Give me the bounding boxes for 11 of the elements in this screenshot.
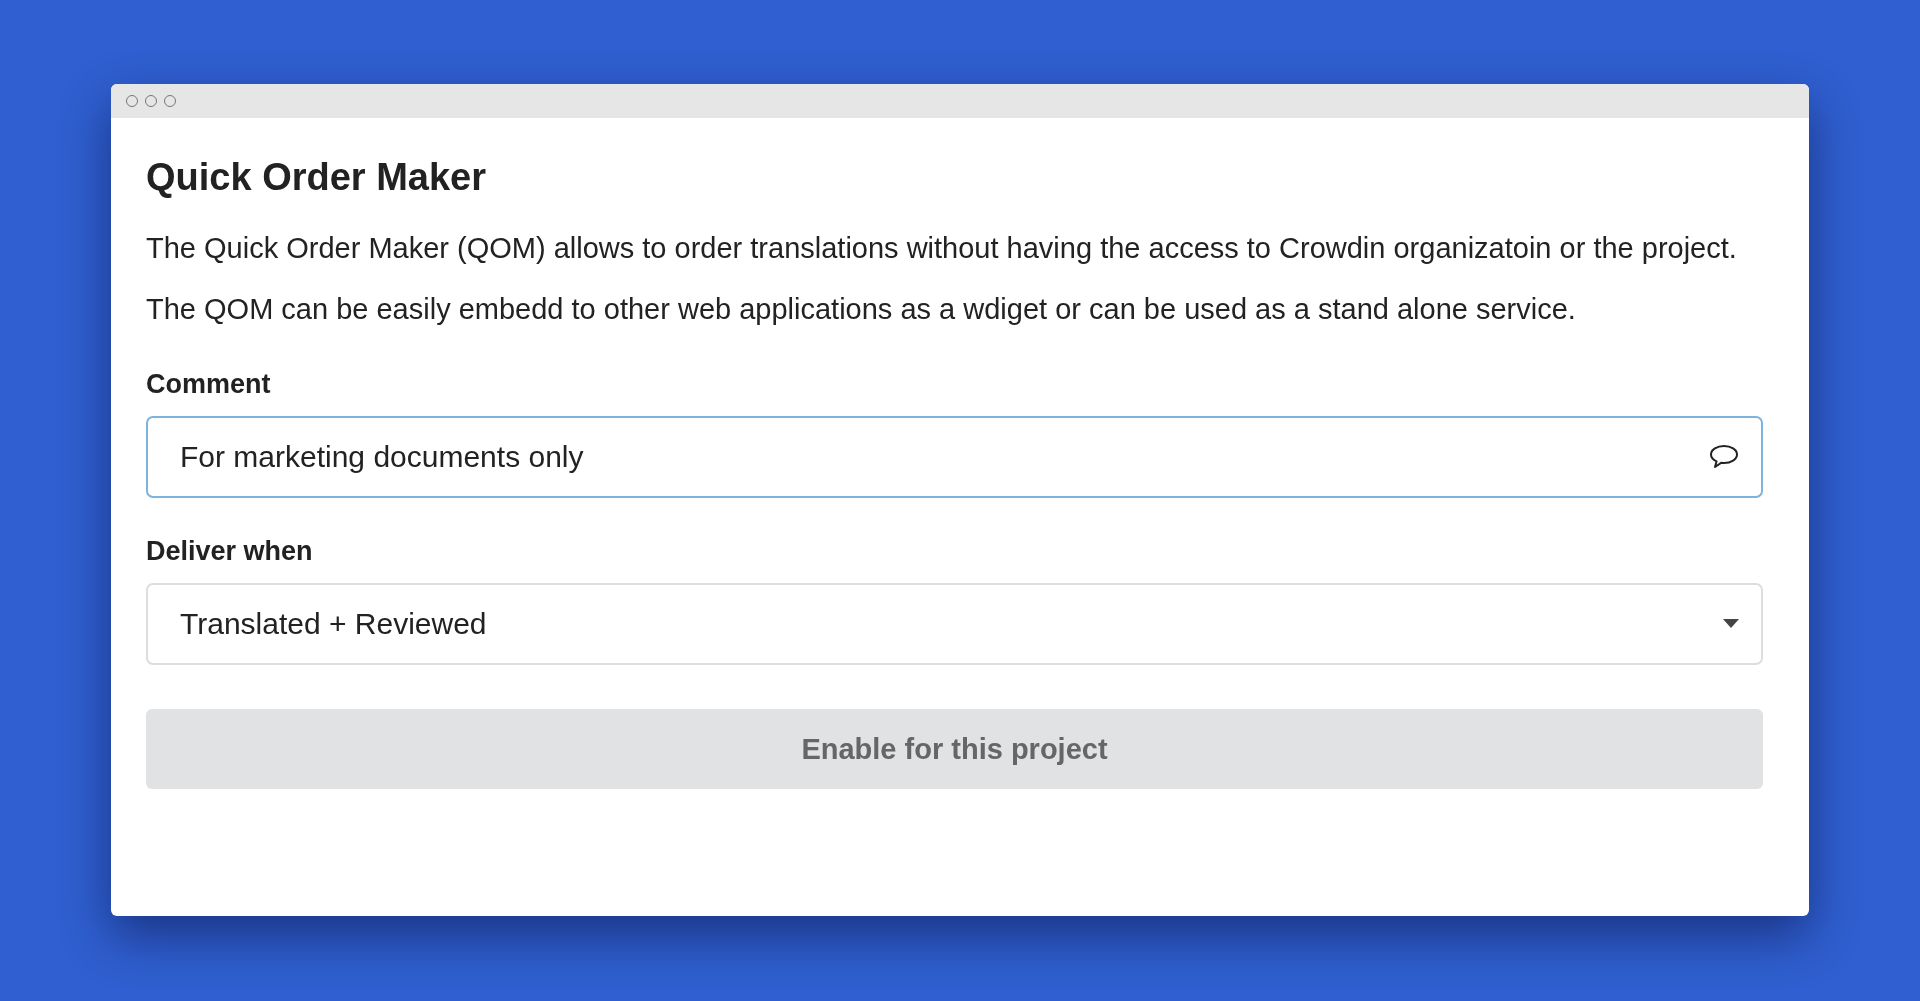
description-text: The Quick Order Maker (QOM) allows to order translations without having the access to Crowdin organizatoin or the project. xyxy=(146,231,1738,266)
deliver-dropdown[interactable]: Translated + Reviewed xyxy=(146,583,1763,665)
speech-bubble-icon xyxy=(1709,444,1739,470)
field-value: Translated + Reviewed xyxy=(180,607,488,641)
field-label: Comment xyxy=(146,369,272,400)
field-value: For marketing documents only xyxy=(180,440,585,474)
description-text: The QOM can be easily embedd to other web applications as a wdiget or can be used as a stand alone service. xyxy=(146,292,1577,327)
page-title: Quick Order Maker xyxy=(146,156,488,199)
field-label: Deliver when xyxy=(146,536,314,567)
comment-field[interactable]: For marketing documents only xyxy=(146,416,1763,498)
caret-icon xyxy=(1723,619,1739,629)
